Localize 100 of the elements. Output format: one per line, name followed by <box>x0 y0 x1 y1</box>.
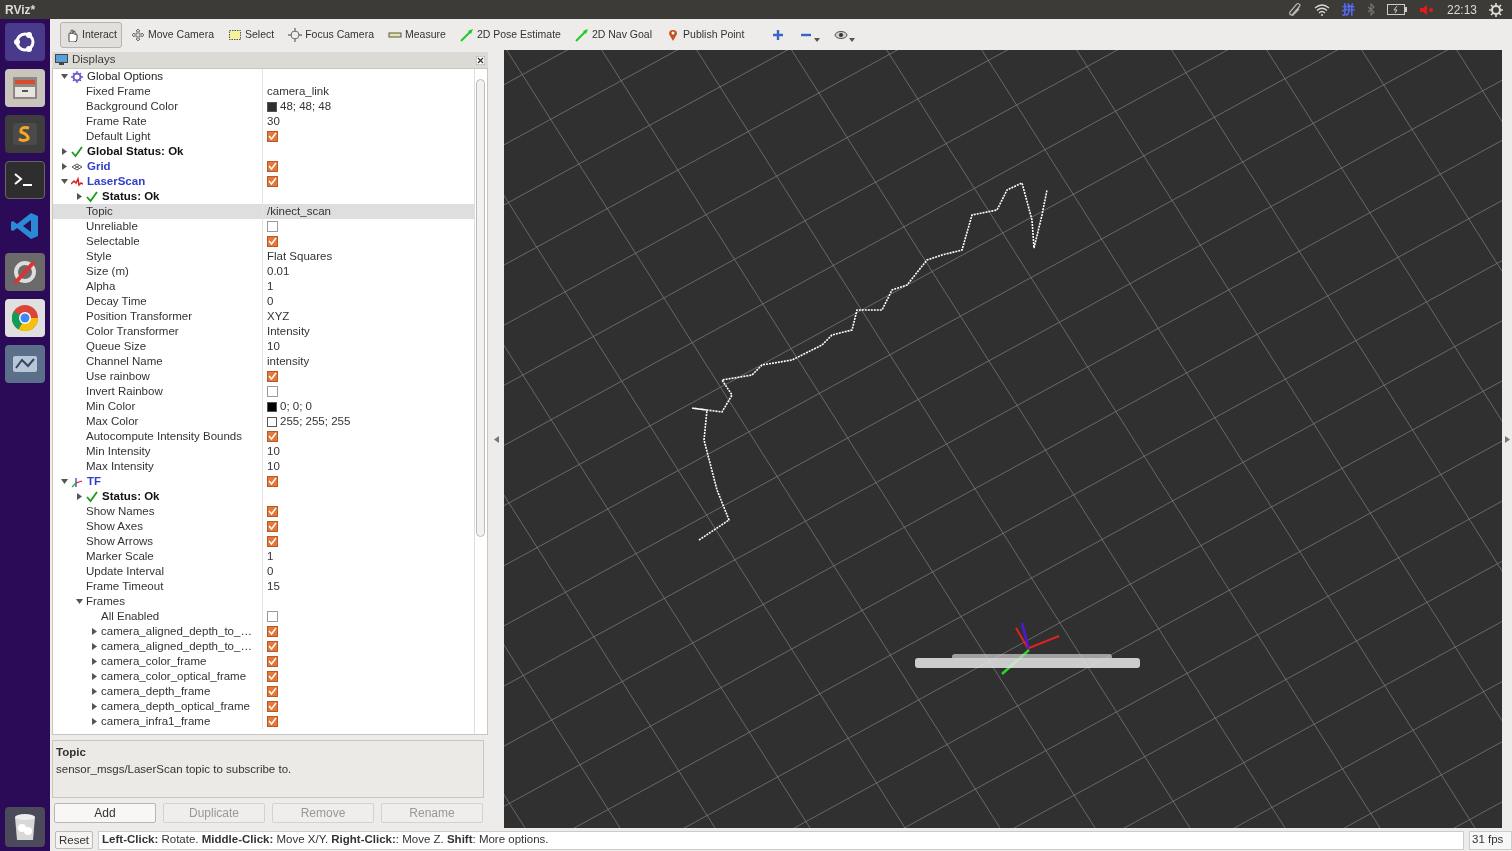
checkbox[interactable] <box>267 236 278 247</box>
checkbox[interactable] <box>267 521 278 532</box>
muted-speaker-icon[interactable] <box>1418 3 1435 16</box>
tree-row[interactable]: camera_color_optical_frame <box>53 669 474 684</box>
tree-row[interactable]: Alpha 1 <box>53 279 474 294</box>
tools-icon[interactable] <box>5 253 45 291</box>
reset-button[interactable]: Reset <box>55 831 94 849</box>
tool-button[interactable]: Measure <box>383 21 451 48</box>
tree-row[interactable]: Frame Rate 30 <box>53 114 474 129</box>
tool-button[interactable]: Publish Point <box>661 21 750 48</box>
checkbox[interactable] <box>267 431 278 442</box>
tree-row[interactable]: camera_color_frame <box>53 654 474 669</box>
tree-row[interactable]: Max Color 255; 255; 255 <box>53 414 474 429</box>
checkbox[interactable] <box>267 536 278 547</box>
tree-row[interactable]: Grid <box>53 159 474 174</box>
collapsed-arrow-icon[interactable] <box>90 658 98 665</box>
tree-row[interactable]: Background Color 48; 48; 48 <box>53 99 474 114</box>
terminal-icon[interactable] <box>5 161 45 199</box>
checkbox[interactable] <box>267 476 278 487</box>
paperclip-icon[interactable] <box>1287 2 1302 17</box>
collapsed-arrow-icon[interactable] <box>90 643 98 650</box>
expanded-arrow-icon[interactable] <box>60 478 68 485</box>
checkbox[interactable] <box>267 701 278 712</box>
tree-row[interactable]: All Enabled <box>53 609 474 624</box>
tool-button[interactable]: 2D Nav Goal <box>569 21 658 48</box>
tool-button[interactable]: Move Camera <box>126 21 219 48</box>
tree-row[interactable]: Frames <box>53 594 474 609</box>
color-swatch[interactable] <box>267 416 277 427</box>
tool-button[interactable]: 2D Pose Estimate <box>454 21 566 48</box>
expanded-arrow-icon[interactable] <box>75 598 83 605</box>
trash-icon[interactable] <box>5 807 45 847</box>
wifi-icon[interactable] <box>1313 3 1330 16</box>
tree-row[interactable]: Min Color 0; 0; 0 <box>53 399 474 414</box>
checkbox[interactable] <box>267 611 278 622</box>
collapse-left-icon[interactable] <box>493 436 499 443</box>
panel-button[interactable]: Add <box>54 803 156 823</box>
text-editor-icon[interactable] <box>5 115 45 153</box>
rviz-launcher-icon[interactable] <box>5 345 45 383</box>
tree-row[interactable]: Unreliable <box>53 219 474 234</box>
tree-row[interactable]: Update Interval 0 <box>53 564 474 579</box>
property-value[interactable]: /kinect_scan <box>267 202 331 221</box>
checkbox[interactable] <box>267 386 278 397</box>
collapsed-arrow-icon[interactable] <box>90 628 98 635</box>
tree-row[interactable]: Show Arrows <box>53 534 474 549</box>
tool-button[interactable]: Focus Camera <box>283 21 380 48</box>
color-swatch[interactable] <box>267 401 277 412</box>
collapsed-arrow-icon[interactable] <box>75 193 83 200</box>
tree-row[interactable]: Style Flat Squares <box>53 249 474 264</box>
tree-row[interactable]: Fixed Frame camera_link <box>53 84 474 99</box>
tree-row[interactable]: Selectable <box>53 234 474 249</box>
tree-row[interactable]: camera_depth_optical_frame <box>53 699 474 714</box>
collapse-right-icon[interactable] <box>1504 436 1510 443</box>
expanded-arrow-icon[interactable] <box>60 178 68 185</box>
tree-row[interactable]: TF <box>53 474 474 489</box>
tree-row[interactable]: LaserScan <box>53 174 474 189</box>
tree-row[interactable]: camera_infra1_frame <box>53 714 474 729</box>
collapsed-arrow-icon[interactable] <box>75 493 83 500</box>
tree-row[interactable]: Position Transformer XYZ <box>53 309 474 324</box>
settings-icon[interactable] <box>1489 2 1503 17</box>
tree-row[interactable]: Topic /kinect_scan <box>53 204 474 219</box>
collapsed-arrow-icon[interactable] <box>90 718 98 725</box>
tree-row[interactable]: Global Options <box>53 69 474 84</box>
tree-row[interactable]: Decay Time 0 <box>53 294 474 309</box>
tree-row[interactable]: Show Names <box>53 504 474 519</box>
add-icon[interactable] <box>771 27 786 42</box>
dropdown-caret-icon[interactable] <box>849 37 856 42</box>
checkbox[interactable] <box>267 221 278 232</box>
checkbox[interactable] <box>267 671 278 682</box>
tree-row[interactable]: Use rainbow <box>53 369 474 384</box>
bluetooth-icon[interactable] <box>1366 3 1375 16</box>
checkbox[interactable] <box>267 626 278 637</box>
browser-icon[interactable] <box>5 299 45 337</box>
tree-row[interactable]: Show Axes <box>53 519 474 534</box>
color-swatch[interactable] <box>267 101 277 112</box>
tree-row[interactable]: camera_aligned_depth_to_… <box>53 639 474 654</box>
checkbox[interactable] <box>267 656 278 667</box>
tree-row[interactable]: Global Status: Ok <box>53 144 474 159</box>
collapsed-arrow-icon[interactable] <box>90 673 98 680</box>
clock-time[interactable]: 22:13 <box>1446 0 1477 19</box>
dropdown-caret-icon[interactable] <box>814 37 821 42</box>
property-value[interactable]: 30 <box>267 112 280 131</box>
tree-row[interactable]: Marker Scale 1 <box>53 549 474 564</box>
tree-row[interactable]: camera_depth_frame <box>53 684 474 699</box>
tree-row[interactable]: Max Intensity 10 <box>53 459 474 474</box>
checkbox[interactable] <box>267 506 278 517</box>
checkbox[interactable] <box>267 176 278 187</box>
tree-row[interactable]: Queue Size 10 <box>53 339 474 354</box>
checkbox[interactable] <box>267 161 278 172</box>
expanded-arrow-icon[interactable] <box>60 73 68 80</box>
checkbox[interactable] <box>267 371 278 382</box>
ubuntu-launcher-icon[interactable] <box>5 23 45 61</box>
collapsed-arrow-icon[interactable] <box>90 703 98 710</box>
checkbox[interactable] <box>267 686 278 697</box>
checkbox[interactable] <box>267 641 278 652</box>
file-cabinet-icon[interactable] <box>5 69 45 107</box>
tree-row[interactable]: Status: Ok <box>53 489 474 504</box>
tree-row[interactable]: Size (m) 0.01 <box>53 264 474 279</box>
tree-row[interactable]: Channel Name intensity <box>53 354 474 369</box>
tree-row[interactable]: Invert Rainbow <box>53 384 474 399</box>
collapsed-arrow-icon[interactable] <box>60 148 68 155</box>
